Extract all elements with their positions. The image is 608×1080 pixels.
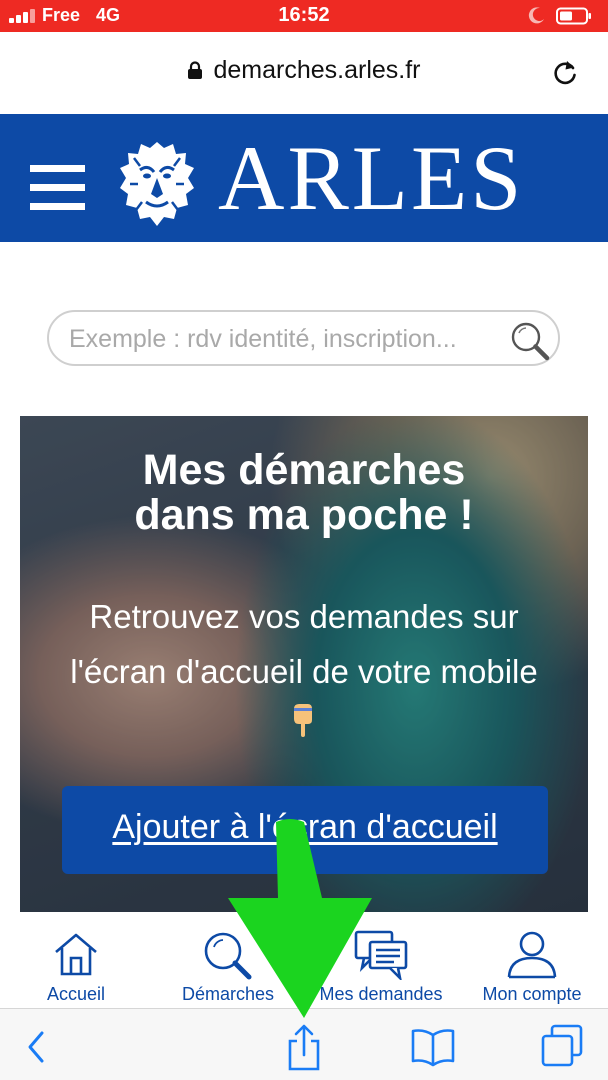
nav-item-accueil[interactable]: Accueil	[22, 912, 130, 1008]
nav-label-accueil[interactable]: Accueil	[22, 984, 130, 1005]
address-bar[interactable]: demarches.arles.fr	[0, 32, 608, 114]
site-header: ARLES	[0, 114, 608, 242]
nav-item-mon-compte[interactable]: Mon compte	[474, 912, 590, 1008]
green-arrow-pointing-share	[228, 819, 372, 1018]
menu-icon[interactable]	[30, 165, 85, 211]
search-input[interactable]	[69, 322, 499, 356]
user-icon	[507, 931, 557, 979]
site-brand-title[interactable]: ARLES	[218, 132, 524, 224]
url-text[interactable]: demarches.arles.fr	[213, 56, 420, 84]
lion-logo-icon[interactable]	[118, 138, 196, 230]
promo-title: Mes démarches dans ma poche !	[134, 446, 474, 539]
status-time: 16:52	[278, 4, 330, 26]
pointing-down-hand-icon	[294, 704, 312, 737]
back-icon[interactable]	[24, 1029, 48, 1065]
promo-subtitle: Retrouvez vos demandes sur l'écran d'acc…	[70, 598, 538, 690]
battery-icon	[556, 7, 591, 25]
lock-icon	[188, 61, 203, 79]
home-icon	[55, 933, 97, 976]
status-bar: Free 4G 16:52	[0, 0, 608, 32]
do-not-disturb-icon	[528, 7, 544, 24]
bookmarks-icon[interactable]	[410, 1027, 456, 1067]
share-icon[interactable]	[284, 1023, 324, 1071]
search-box	[47, 310, 560, 366]
reload-icon[interactable]	[551, 58, 579, 86]
tabs-icon[interactable]	[540, 1023, 584, 1069]
nav-label-mon-compte[interactable]: Mon compte	[474, 984, 590, 1005]
search-icon[interactable]	[509, 320, 551, 362]
